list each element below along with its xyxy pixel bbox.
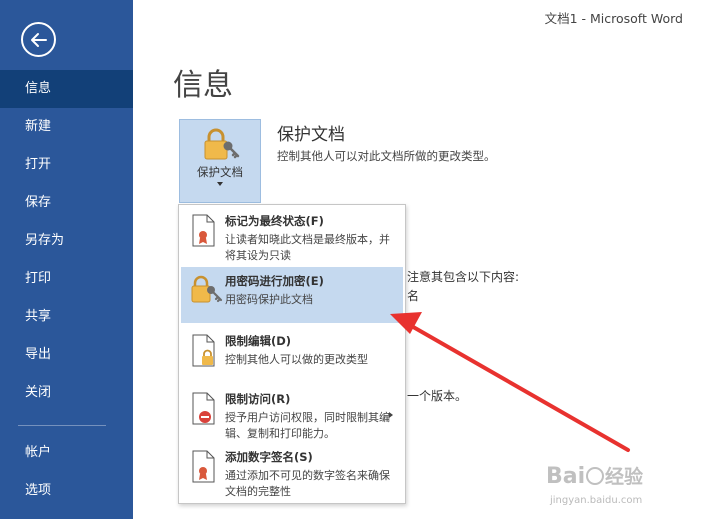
versions-text: 一个版本。 — [407, 389, 468, 403]
menu-item-mark-final[interactable]: 标记为最终状态(F) 让读者知晓此文档是最终版本，并将其设为只读 — [181, 207, 403, 267]
menu-item-title: 限制编辑(D) — [225, 334, 292, 348]
nav-open[interactable]: 打开 — [0, 146, 133, 184]
menu-item-desc: 通过添加不可见的数字签名来确保文档的完整性 — [225, 469, 390, 498]
protect-section-title: 保护文档 — [277, 125, 345, 145]
nav-save[interactable]: 保存 — [0, 184, 133, 222]
digital-signature-icon — [192, 450, 215, 483]
lock-key-icon — [204, 128, 240, 160]
watermark-text: 经验 — [605, 466, 644, 488]
protect-document-button[interactable]: 保护文档 — [179, 119, 261, 203]
nav-divider — [18, 425, 106, 426]
protect-document-label: 保护文档 — [197, 165, 243, 179]
page-title: 信息 — [173, 68, 233, 103]
restrict-access-icon — [192, 392, 215, 425]
nav-close[interactable]: 关闭 — [0, 374, 133, 412]
baidu-logo: Bai — [546, 464, 604, 489]
back-button[interactable] — [21, 22, 56, 57]
nav-export[interactable]: 导出 — [0, 336, 133, 374]
nav-save-as[interactable]: 另存为 — [0, 222, 133, 260]
menu-item-desc: 让读者知晓此文档是最终版本，并将其设为只读 — [225, 233, 390, 262]
window-title: 文档1 - Microsoft Word — [544, 11, 683, 26]
svg-text:Bai: Bai — [546, 464, 585, 489]
backstage-sidebar: 信息 新建 打开 保存 另存为 打印 共享 导出 关闭 帐户 选项 — [0, 0, 133, 519]
nav-new[interactable]: 新建 — [0, 108, 133, 146]
nav-account[interactable]: 帐户 — [0, 434, 133, 472]
protect-document-menu: 标记为最终状态(F) 让读者知晓此文档是最终版本，并将其设为只读 用密码进行加密… — [178, 204, 406, 504]
watermark-url: jingyan.baidu.com — [550, 495, 643, 506]
menu-item-title: 添加数字签名(S) — [225, 450, 313, 464]
nav-options[interactable]: 选项 — [0, 472, 133, 510]
chevron-down-icon — [217, 182, 223, 186]
menu-item-desc: 授予用户访问权限，同时限制其编辑、复制和打印能力。 — [225, 411, 390, 440]
protect-section-desc: 控制其他人可以对此文档所做的更改类型。 — [277, 149, 496, 163]
menu-item-encrypt-password[interactable]: 用密码进行加密(E) 用密码保护此文档 — [181, 267, 403, 323]
chevron-right-icon — [389, 412, 393, 418]
menu-item-digital-signature[interactable]: 添加数字签名(S) 通过添加不可见的数字签名来确保文档的完整性 — [181, 443, 403, 501]
inspect-sub-text: 名 — [407, 289, 420, 303]
menu-item-title: 用密码进行加密(E) — [225, 274, 324, 288]
nav-print[interactable]: 打印 — [0, 260, 133, 298]
lock-key-icon — [191, 275, 223, 303]
inspect-text: 注意其包含以下内容: — [407, 270, 520, 284]
menu-item-desc: 控制其他人可以做的更改类型 — [225, 353, 368, 366]
menu-item-restrict-access[interactable]: 限制访问(R) 授予用户访问权限，同时限制其编辑、复制和打印能力。 — [181, 385, 403, 445]
menu-item-title: 标记为最终状态(F) — [225, 214, 324, 228]
menu-item-desc: 用密码保护此文档 — [225, 293, 313, 306]
nav-info[interactable]: 信息 — [0, 70, 133, 108]
menu-item-title: 限制访问(R) — [225, 392, 291, 406]
back-arrow-icon — [31, 33, 47, 47]
restrict-editing-icon — [192, 334, 215, 367]
menu-item-restrict-editing[interactable]: 限制编辑(D) 控制其他人可以做的更改类型 — [181, 327, 403, 383]
mark-final-document-icon — [192, 214, 215, 247]
nav-share[interactable]: 共享 — [0, 298, 133, 336]
